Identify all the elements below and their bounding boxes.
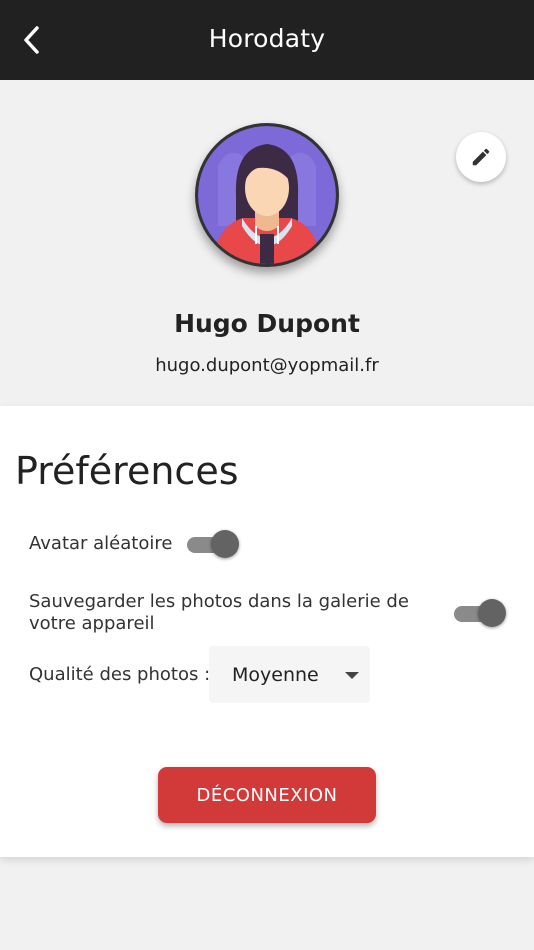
photo-quality-label: Qualité des photos : <box>29 664 211 685</box>
photo-quality-value: Moyenne <box>232 664 319 686</box>
avatar <box>195 123 339 267</box>
profile-header: Hugo Dupont hugo.dupont@yopmail.fr <box>0 80 534 406</box>
preferences-title: Préférences <box>15 449 239 493</box>
random-avatar-label: Avatar aléatoire <box>29 533 173 554</box>
page-title: Horodaty <box>208 24 326 53</box>
pencil-icon <box>472 148 490 166</box>
logout-button[interactable]: DÉCONNEXION <box>158 767 376 823</box>
toggle-thumb <box>478 599 506 627</box>
toggle-thumb <box>211 530 239 558</box>
save-gallery-label-line2: votre appareil <box>29 613 155 634</box>
caret-down-icon <box>345 672 359 679</box>
user-name: Hugo Dupont <box>174 309 360 338</box>
photo-quality-select[interactable]: Moyenne <box>209 646 370 703</box>
random-avatar-toggle[interactable] <box>185 530 239 558</box>
user-email: hugo.dupont@yopmail.fr <box>155 355 379 376</box>
save-gallery-label-line1: Sauvegarder les photos dans la galerie d… <box>29 591 409 612</box>
save-gallery-label: Sauvegarder les photos dans la galerie d… <box>29 591 409 635</box>
save-gallery-toggle[interactable] <box>452 599 506 627</box>
preferences-card: Préférences Avatar aléatoire Sauvegarder… <box>0 406 534 857</box>
edit-profile-button[interactable] <box>456 132 506 182</box>
app-bar: Horodaty <box>0 0 534 80</box>
avatar-woman-illustration <box>198 126 336 264</box>
